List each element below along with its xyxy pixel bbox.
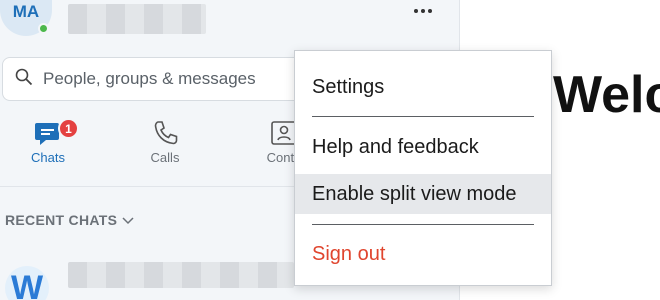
menu-item-help-feedback[interactable]: Help and feedback	[295, 127, 551, 167]
dot-icon	[414, 9, 418, 13]
tab-chats[interactable]: 1 Chats	[3, 116, 93, 176]
unread-badge: 1	[58, 118, 79, 139]
dot-icon	[421, 9, 425, 13]
tab-calls[interactable]: Calls	[120, 116, 210, 176]
chat-avatar[interactable]: W	[5, 266, 49, 300]
blurred-profile-name	[68, 4, 206, 34]
blurred-chat-name	[68, 262, 294, 288]
chat-avatar-letter: W	[10, 268, 44, 300]
welcome-heading: Welc	[553, 66, 660, 124]
menu-item-enable-split-view[interactable]: Enable split view mode	[295, 174, 551, 214]
chat-icon	[3, 116, 93, 150]
more-options-button[interactable]	[406, 0, 440, 22]
more-options-menu: Settings Help and feedback Enable split …	[294, 50, 552, 286]
phone-icon	[120, 116, 210, 150]
menu-item-sign-out[interactable]: Sign out	[295, 234, 551, 274]
search-icon	[15, 68, 33, 91]
search-placeholder: People, groups & messages	[43, 69, 256, 88]
menu-divider	[312, 224, 534, 225]
dot-icon	[428, 9, 432, 13]
recent-chats-label: RECENT CHATS	[5, 212, 118, 228]
chevron-down-icon	[122, 212, 134, 228]
tab-label: Calls	[150, 150, 180, 165]
tab-label: Chats	[31, 150, 65, 165]
search-input[interactable]: People, groups & messages	[2, 57, 302, 101]
menu-item-settings[interactable]: Settings	[295, 67, 551, 107]
presence-indicator	[38, 23, 49, 34]
avatar-initials: MA	[12, 2, 40, 21]
recent-chats-header[interactable]: RECENT CHATS	[5, 212, 134, 228]
menu-divider	[312, 116, 534, 117]
